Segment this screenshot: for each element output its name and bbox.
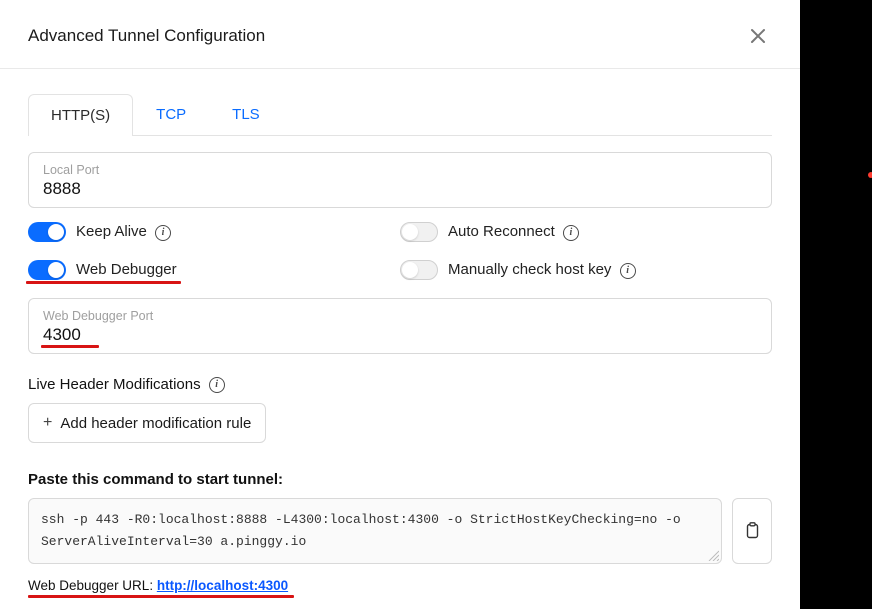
host-key-label: Manually check host key i (448, 261, 636, 278)
add-header-rule-button[interactable]: + Add header modification rule (28, 403, 266, 443)
auto-reconnect-row: Auto Reconnect i (400, 222, 772, 242)
red-dot (868, 172, 872, 178)
header-divider (0, 68, 800, 69)
tab-tls[interactable]: TLS (209, 93, 283, 135)
resize-handle-icon (707, 549, 719, 561)
auto-reconnect-toggle[interactable] (400, 222, 438, 242)
command-title: Paste this command to start tunnel: (28, 471, 772, 488)
dialog-header: Advanced Tunnel Configuration (28, 22, 772, 50)
command-row: ssh -p 443 -R0:localhost:8888 -L4300:loc… (28, 498, 772, 564)
web-debugger-port-label: Web Debugger Port (43, 309, 757, 323)
host-key-toggle[interactable] (400, 260, 438, 280)
local-port-field[interactable]: Local Port 8888 (28, 152, 772, 208)
info-icon[interactable]: i (209, 377, 225, 393)
local-port-value: 8888 (43, 179, 757, 199)
copy-button[interactable] (732, 498, 772, 564)
toggles-group: Keep Alive i Auto Reconnect i Web Debugg… (28, 222, 772, 280)
command-textarea[interactable]: ssh -p 443 -R0:localhost:8888 -L4300:loc… (28, 498, 722, 564)
live-headers-label: Live Header Modifications i (28, 376, 772, 393)
annotation-underline (41, 345, 99, 348)
tab-tcp[interactable]: TCP (133, 93, 209, 135)
annotation-underline (26, 281, 181, 284)
auto-reconnect-label: Auto Reconnect i (448, 223, 579, 240)
web-debugger-url-link[interactable]: http://localhost:4300 (157, 578, 288, 593)
web-debugger-port-field[interactable]: Web Debugger Port 4300 (28, 298, 772, 354)
local-port-label: Local Port (43, 163, 757, 177)
keep-alive-label: Keep Alive i (76, 223, 171, 240)
host-key-row: Manually check host key i (400, 260, 772, 280)
protocol-tabs: HTTP(S) TCP TLS (28, 93, 772, 136)
command-value: ssh -p 443 -R0:localhost:8888 -L4300:loc… (41, 512, 681, 549)
info-icon[interactable]: i (563, 225, 579, 241)
web-debugger-port-value: 4300 (43, 325, 81, 345)
web-debugger-url-label: Web Debugger URL: (28, 578, 157, 593)
clipboard-icon (744, 522, 760, 540)
info-icon[interactable]: i (620, 263, 636, 279)
add-rule-label: Add header modification rule (60, 415, 251, 432)
web-debugger-row: Web Debugger (28, 260, 400, 280)
web-debugger-url-row: Web Debugger URL: http://localhost:4300 (28, 578, 288, 593)
tab-https[interactable]: HTTP(S) (28, 94, 133, 136)
plus-icon: + (43, 414, 52, 432)
keep-alive-toggle[interactable] (28, 222, 66, 242)
web-debugger-label: Web Debugger (76, 261, 177, 280)
close-icon (749, 27, 767, 45)
dark-strip (800, 0, 872, 609)
close-button[interactable] (744, 22, 772, 50)
web-debugger-toggle[interactable] (28, 260, 66, 280)
dialog-title: Advanced Tunnel Configuration (28, 26, 265, 46)
annotation-underline (28, 595, 294, 598)
tunnel-config-panel: Advanced Tunnel Configuration HTTP(S) TC… (0, 0, 800, 609)
keep-alive-row: Keep Alive i (28, 222, 400, 242)
info-icon[interactable]: i (155, 225, 171, 241)
